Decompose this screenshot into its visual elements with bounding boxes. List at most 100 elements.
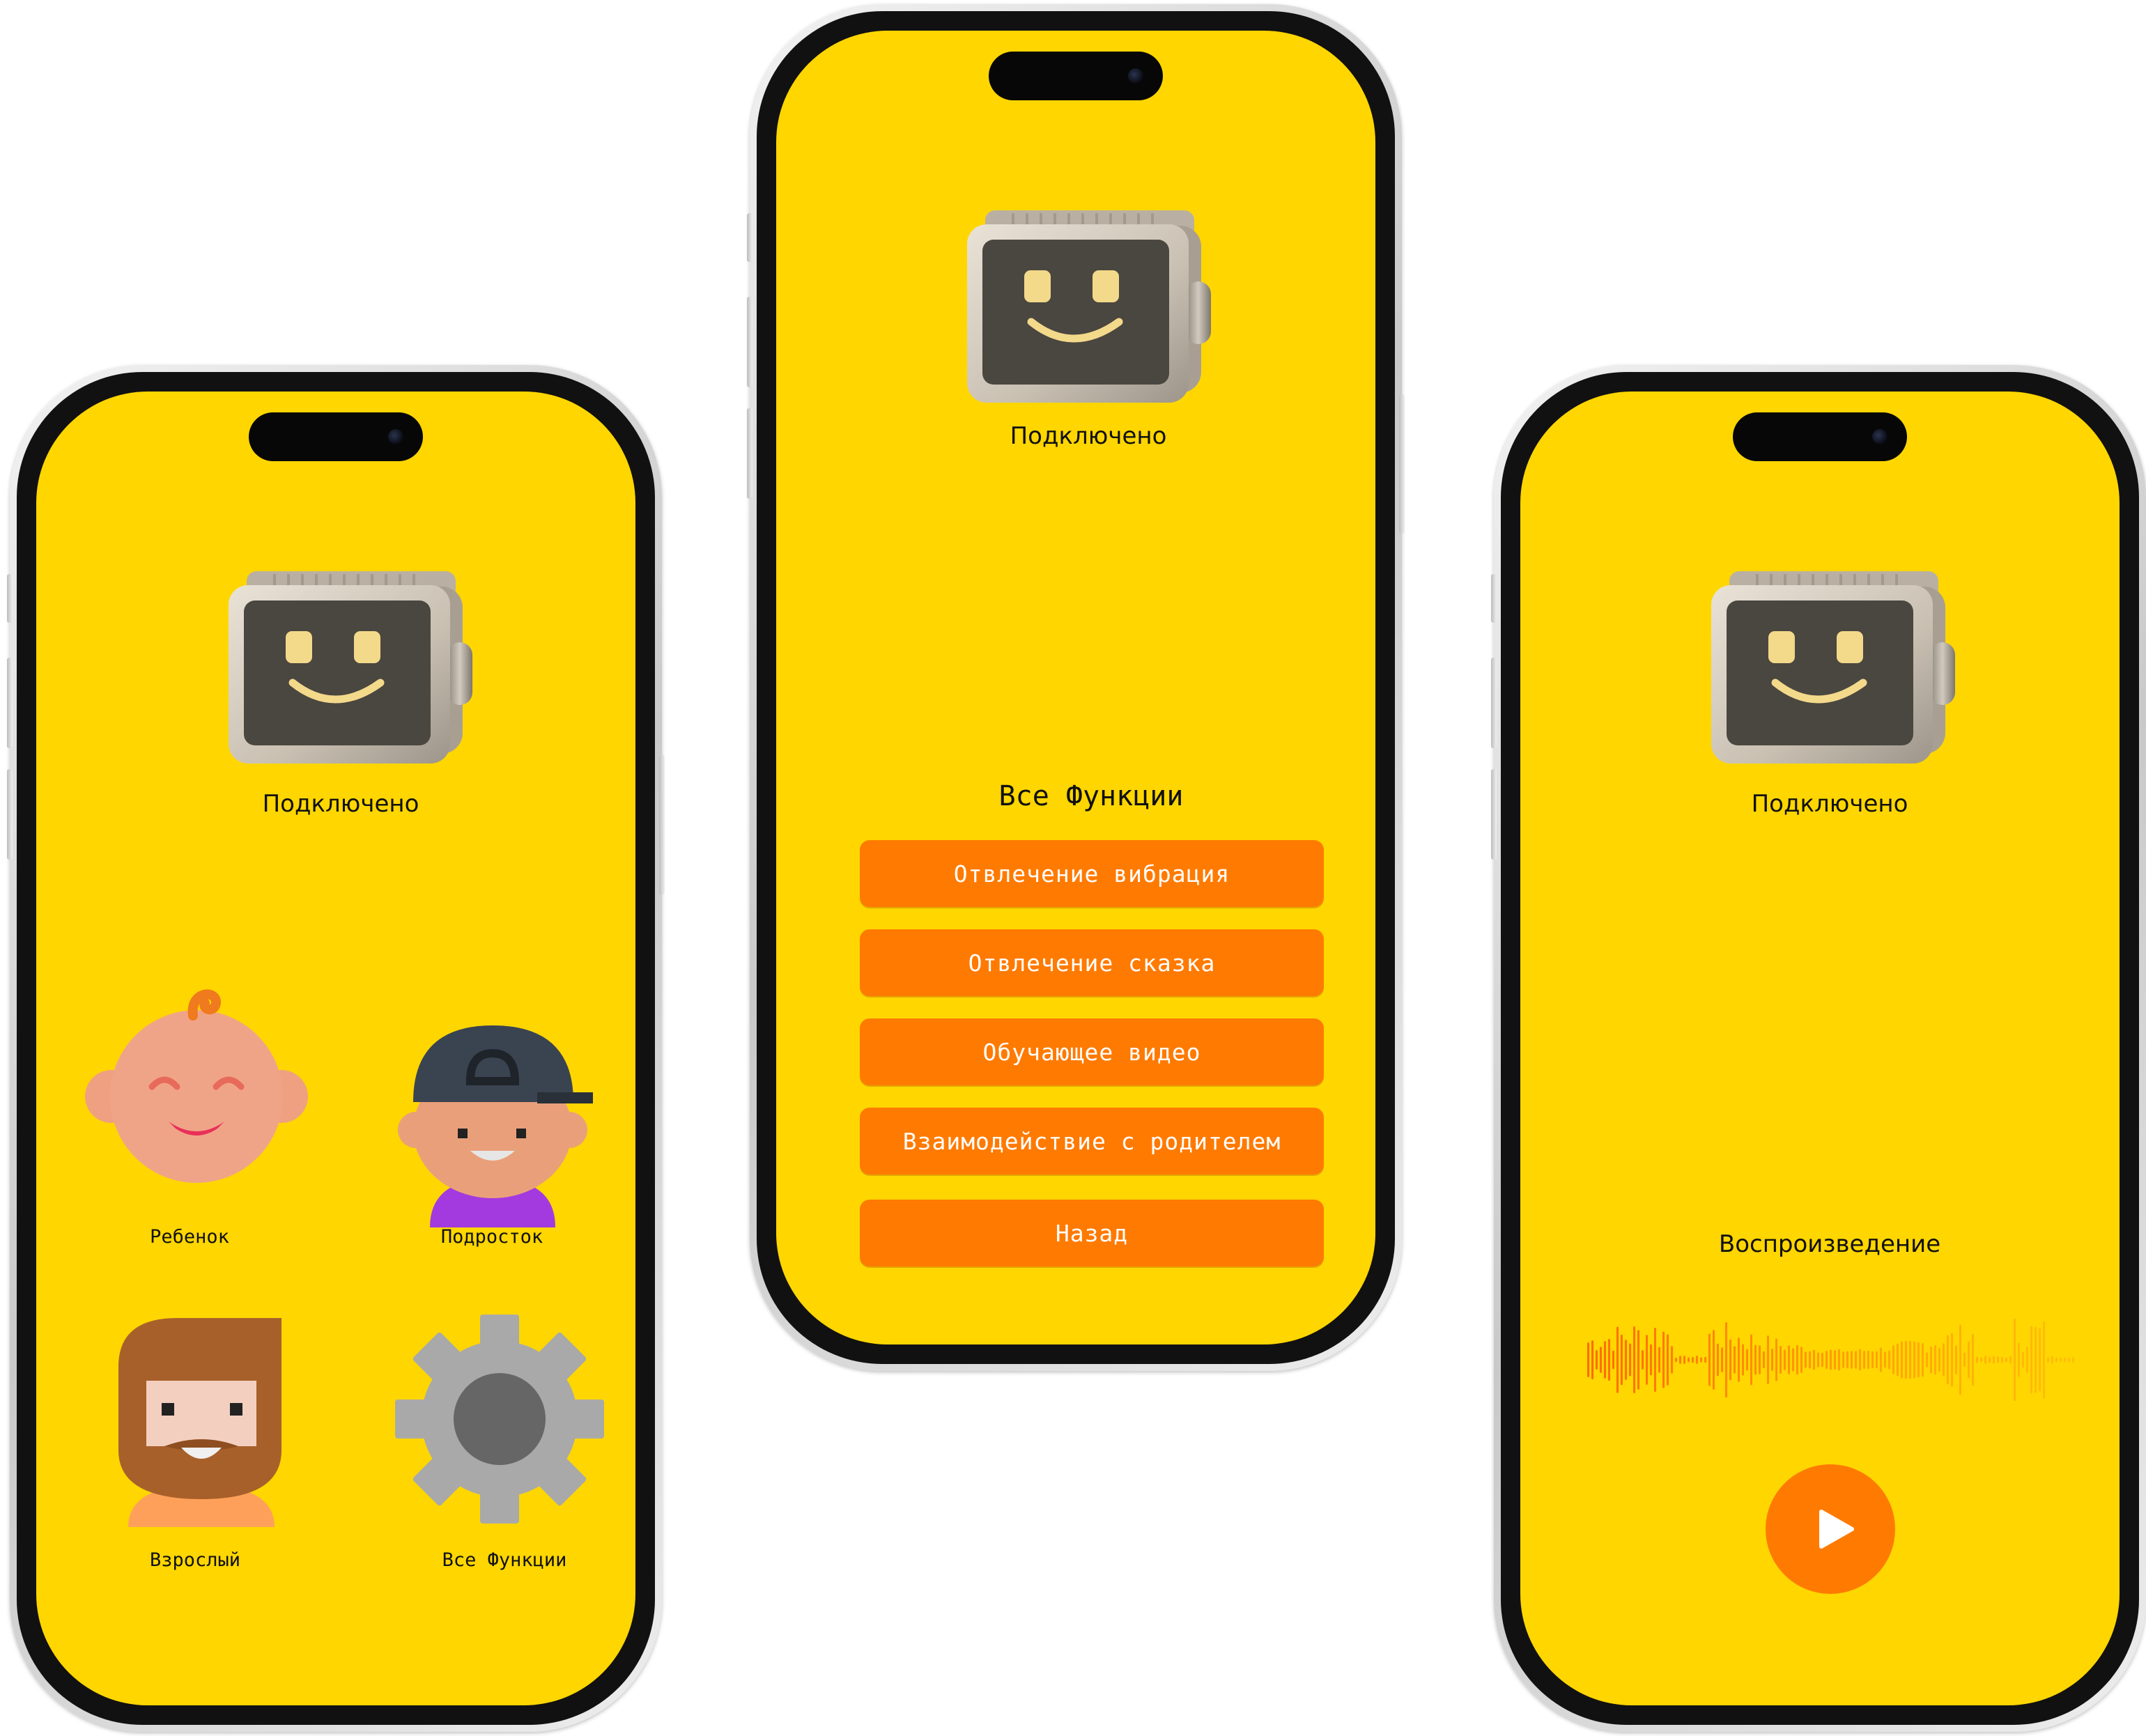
waveform-bar [1604,1341,1606,1379]
volume-up-button [1491,658,1497,748]
waveform-bar [2051,1356,2053,1364]
waveform-bar [1763,1351,1765,1369]
app-screen-playback: Подключено Воспроизведение [1520,392,2120,1705]
waveform-bar [1692,1356,1694,1363]
volume-down-button [7,769,13,860]
waveform-bar [1897,1343,1899,1377]
volume-down-button [747,408,752,499]
waveform-bar [1947,1335,1949,1385]
phone-left: Подключено Ребенок Подросток Взрослый Вс… [7,365,665,1732]
waveform-bar [2009,1356,2012,1364]
waveform-bar [1984,1356,1986,1364]
waveform-bar [2064,1357,2066,1363]
waveform-bar [1913,1341,1915,1379]
phone-center: Подключено Все Функции Отвлечение вибрац… [747,4,1405,1371]
profile-teen-label: Подросток [440,1226,543,1248]
waveform-bar [1734,1346,1736,1374]
waveform-bar [1792,1348,1794,1372]
waveform-bar [1650,1344,1652,1376]
educational-video-button[interactable]: Обучающее видео [860,1018,1324,1085]
waveform-bar [1796,1344,1798,1375]
robot-device-icon [1708,566,1959,768]
waveform-bar [2030,1326,2032,1394]
waveform-bar [2068,1357,2070,1363]
waveform-bar [2043,1321,2045,1399]
gear-icon [395,1315,604,1524]
waveform-bar [1700,1357,1702,1363]
waveform-bar [1725,1322,1727,1398]
waveform-bar [1637,1330,1639,1390]
distraction-vibration-button[interactable]: Отвлечение вибрация [860,840,1324,907]
waveform-bar [2047,1357,2049,1363]
waveform-bar [1825,1351,1828,1369]
waveform-bar [1754,1344,1757,1375]
waveform-bar [1888,1350,1890,1370]
waveform-bar [2055,1357,2058,1363]
waveform-bar [1884,1351,1886,1368]
waveform-bar [1817,1352,1819,1367]
waveform-bar [1759,1345,1761,1374]
play-button[interactable] [1766,1464,1895,1594]
waveform-bar [2039,1328,2041,1392]
waveform-bar [1959,1324,1961,1395]
waveform-bar [1917,1342,1920,1378]
waveform-bar [1591,1340,1593,1380]
waveform-bar [2060,1357,2062,1363]
waveform-bar [1809,1351,1811,1369]
waveform-bar [1972,1333,1974,1386]
waveform-bar [1750,1334,1752,1386]
connection-status: Подключено [262,790,419,818]
waveform-bar [2035,1326,2037,1393]
parent-interaction-button[interactable]: Взаимодействие с родителем [860,1108,1324,1175]
waveform-bar [1993,1356,1995,1364]
waveform-bar [1859,1349,1861,1371]
waveform-bar [2001,1356,2003,1363]
volume-up-button [7,658,13,748]
connection-status: Подключено [1010,422,1167,450]
waveform-bar [1842,1351,1844,1368]
waveform-bar [1788,1345,1790,1374]
waveform-bar [1696,1356,1698,1364]
waveform-bar [1625,1340,1627,1380]
waveform-bar [1646,1335,1648,1385]
all-functions-label: Все Функции [442,1549,567,1571]
power-button [659,755,665,894]
waveform-bar [1633,1326,1635,1394]
waveform-bar [1704,1356,1706,1363]
waveform-bar [2072,1356,2074,1363]
waveform-bar [1968,1341,1970,1379]
waveform-bar [2022,1351,2024,1368]
waveform-bar [1671,1346,1673,1374]
waveform-bar [1926,1352,1928,1367]
waveform-bar [1600,1347,1602,1373]
waveform-bar [1976,1356,1978,1363]
waveform-bar [1587,1342,1589,1377]
waveform-bar [1922,1342,1924,1377]
waveform-bar [1683,1356,1685,1364]
baby-face-icon [85,989,308,1183]
waveform-bar [1805,1351,1807,1368]
waveform-bar [1771,1349,1773,1371]
waveform-bar [1658,1347,1660,1373]
waveform-bar [1834,1350,1836,1370]
waveform-bar [1608,1339,1610,1381]
waveform-bar [1909,1340,1911,1379]
dynamic-island [989,52,1163,100]
waveform-bar [2005,1357,2007,1363]
back-button[interactable]: Назад [860,1200,1324,1266]
waveform-bar [1863,1350,1865,1370]
waveform-bar [1742,1344,1744,1376]
waveform-bar [1838,1349,1840,1371]
waveform-bar [1963,1352,1966,1367]
waveform-bar [2018,1342,2020,1377]
distraction-tale-button[interactable]: Отвлечение сказка [860,929,1324,996]
dynamic-island [249,412,423,461]
waveform-bar [1813,1349,1815,1370]
waveform-bar [1629,1343,1631,1377]
connection-status: Подключено [1751,790,1908,818]
waveform-bar [2014,1318,2016,1402]
robot-device-icon [226,566,477,768]
waveform-bar [1767,1335,1769,1384]
waveform-bar [1892,1345,1894,1374]
teen-face-icon [398,1025,593,1227]
